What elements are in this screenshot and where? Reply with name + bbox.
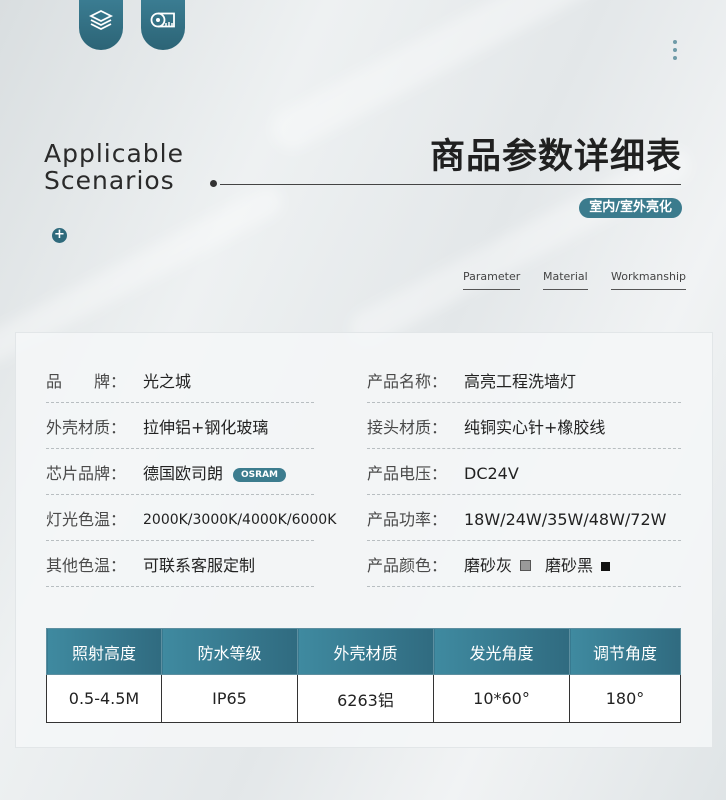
- spec-label: 产品名称：: [367, 372, 448, 391]
- table-header-row: 照射高度 防水等级 外壳材质 发光角度 调节角度: [46, 628, 681, 675]
- spec-label: 品 牌：: [46, 372, 127, 391]
- table-header: 照射高度: [46, 628, 162, 675]
- plus-icon[interactable]: +: [52, 228, 67, 243]
- parameter-table: 照射高度 防水等级 外壳材质 发光角度 调节角度 0.5-4.5M IP65 6…: [46, 628, 681, 723]
- spec-value: 可联系客服定制: [143, 556, 256, 575]
- title-divider: [220, 184, 681, 185]
- table-cell: 10*60°: [433, 674, 570, 723]
- spec-label: 其他色温：: [46, 556, 127, 575]
- layers-tab[interactable]: [79, 0, 123, 50]
- spec-label: 产品功率：: [367, 510, 448, 529]
- spec-row-chip-brand: 芯片品牌： 德国欧司朗 OSRAM: [46, 454, 314, 495]
- osram-logo: OSRAM: [233, 468, 286, 482]
- spec-value: 拉伸铝+钢化玻璃: [143, 418, 269, 437]
- spec-value: 德国欧司朗: [143, 464, 224, 483]
- spec-row-other-temp: 其他色温： 可联系客服定制: [46, 546, 314, 587]
- spec-value: 纯铜实心针+橡胶线: [464, 418, 606, 437]
- gray-swatch: [520, 560, 532, 571]
- spec-row-product-color: 产品颜色： 磨砂灰 磨砂黑: [367, 546, 681, 587]
- spec-value: 2000K/3000K/4000K/6000K: [143, 512, 337, 528]
- more-vertical-icon[interactable]: [673, 40, 679, 64]
- page-title: 商品参数详细表: [429, 137, 682, 177]
- table-cell: 180°: [569, 674, 681, 723]
- spec-value: 高亮工程洗墙灯: [464, 372, 577, 391]
- spec-row-brand: 品 牌： 光之城: [46, 362, 314, 403]
- measure-tab[interactable]: [141, 0, 185, 50]
- spec-row-color-temp: 灯光色温： 2000K/3000K/4000K/6000K: [46, 500, 336, 541]
- spec-value: 光之城: [143, 372, 192, 391]
- table-header: 发光角度: [433, 628, 570, 675]
- table-cell: 6263铝: [297, 674, 434, 723]
- spec-label: 产品颜色：: [367, 556, 448, 575]
- tab-workmanship[interactable]: Workmanship: [611, 270, 687, 290]
- table-header: 防水等级: [161, 628, 298, 675]
- spec-label: 产品电压：: [367, 464, 448, 483]
- scenario-badge: 室内/室外亮化: [579, 198, 682, 218]
- spec-label: 接头材质：: [367, 418, 448, 437]
- spec-label: 灯光色温：: [46, 510, 127, 529]
- spec-row-voltage: 产品电压： DC24V: [367, 454, 681, 495]
- table-row: 0.5-4.5M IP65 6263铝 10*60° 180°: [46, 674, 681, 723]
- table-header: 调节角度: [569, 628, 681, 675]
- spec-row-power: 产品功率： 18W/24W/35W/48W/72W: [367, 500, 681, 541]
- layers-icon: [88, 9, 114, 35]
- spec-row-connector: 接头材质： 纯铜实心针+橡胶线: [367, 408, 681, 449]
- spec-row-shell-material: 外壳材质： 拉伸铝+钢化玻璃: [46, 408, 314, 449]
- color-option-black: 磨砂黑: [545, 556, 594, 575]
- divider-dot: [210, 180, 217, 187]
- spec-label: 外壳材质：: [46, 418, 127, 437]
- tape-measure-icon: [150, 11, 176, 33]
- color-option-gray: 磨砂灰: [464, 556, 513, 575]
- spec-value: DC24V: [464, 464, 519, 483]
- spec-row-product-name: 产品名称： 高亮工程洗墙灯: [367, 362, 681, 403]
- black-swatch: [601, 562, 611, 571]
- table-cell: IP65: [161, 674, 298, 723]
- table-header: 外壳材质: [297, 628, 434, 675]
- tab-parameter[interactable]: Parameter: [463, 270, 521, 290]
- spec-value: 18W/24W/35W/48W/72W: [464, 510, 667, 529]
- table-cell: 0.5-4.5M: [46, 674, 162, 723]
- tab-material[interactable]: Material: [543, 270, 588, 290]
- spec-label: 芯片品牌：: [46, 464, 127, 483]
- section-title: Applicable Scenarios: [44, 139, 184, 195]
